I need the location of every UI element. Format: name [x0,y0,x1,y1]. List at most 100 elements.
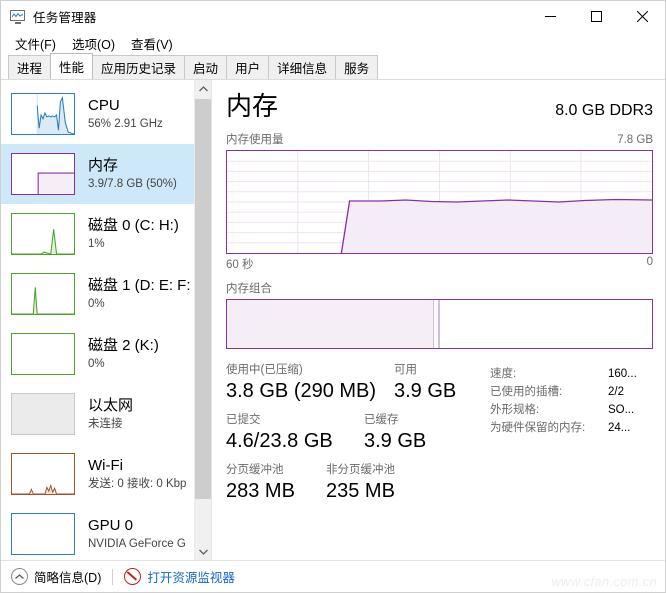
sidebar-scrollbar[interactable] [194,80,211,560]
tab-services[interactable]: 服务 [335,55,379,79]
close-button[interactable] [619,1,665,32]
tab-processes[interactable]: 进程 [8,55,52,79]
detail-key: 为硬件保留的内存: [490,422,586,434]
stat-value: 3.9 GB [394,380,457,402]
resource-monitor-icon [124,568,142,585]
memory-statistics: 使用中(已压缩) 3.8 GB (290 MB) 可用 3.9 GB 已提交 4… [226,363,653,513]
sidebar-item-gpu-0[interactable]: GPU 0 NVIDIA GeForce G [1,504,194,560]
detail-row-form-factor: 外形规格: SO... [490,401,653,419]
sidebar-item-ethernet[interactable]: 以太网 未连接 [1,384,194,444]
menu-options[interactable]: 选项(O) [66,32,123,55]
resource-monitor-label: 打开资源监视器 [147,571,235,585]
fewer-details-button[interactable]: 简略信息(D) [11,567,101,586]
sidebar-item-subtitle: 0% [88,358,105,370]
detail-value: 24... [608,422,631,434]
menu-view[interactable]: 查看(V) [125,32,181,55]
sidebar-item-disk-0[interactable]: 磁盘 0 (C: H:) 1% [1,204,194,264]
usage-axis-row: 60 秒 0 [226,256,653,272]
sidebar-item-disk-1[interactable]: 磁盘 1 (D: E: F: 0% [1,264,194,324]
scrollbar-track[interactable] [195,97,211,543]
memory-composition-bar[interactable] [226,299,653,349]
tab-bar: 进程 性能 应用历史记录 启动 用户 详细信息 服务 [1,53,665,80]
tab-performance[interactable]: 性能 [50,53,94,79]
title-bar: 任务管理器 [1,1,665,32]
resource-monitor-link[interactable]: 打开资源监视器 [124,567,235,586]
statistics-left-column: 使用中(已压缩) 3.8 GB (290 MB) 可用 3.9 GB 已提交 4… [226,363,484,513]
panel-header: 内存 8.0 GB DDR3 [226,90,653,122]
sidebar-item-memory[interactable]: 内存 3.9/7.8 GB (50%) [1,144,194,204]
usage-area-fill [341,199,652,253]
statistics-right-column: 速度: 160... 已使用的插槽: 2/2 外形规格: SO... 为硬件保留… [484,363,653,513]
window-title: 任务管理器 [33,11,97,25]
chevron-up-icon [11,568,28,585]
tab-startup[interactable]: 启动 [184,55,228,79]
watermark: www.cfan.com.cn [551,574,657,589]
scroll-up-arrow-icon[interactable] [195,80,211,97]
detail-key: 已使用的插槽: [490,386,563,398]
stat-value: 3.9 GB [364,430,427,452]
sidebar-item-title: 磁盘 2 (K:) [88,337,159,354]
stat-label: 分页缓冲池 [226,464,284,476]
axis-label-right: 0 [646,256,653,268]
minimize-button[interactable] [527,1,573,32]
maximize-button[interactable] [573,1,619,32]
performance-sidebar: CPU 56% 2.91 GHz 内存 3.9/7.8 GB (50%) 磁盘 … [1,80,212,560]
sidebar-item-disk-2[interactable]: 磁盘 2 (K:) 0% [1,324,194,384]
wifi-thumbnail-graph [11,453,75,495]
sidebar-item-subtitle: 1% [88,238,105,250]
tab-app-history[interactable]: 应用历史记录 [92,55,186,79]
status-separator [112,568,114,585]
detail-value: 160... [608,368,637,380]
task-manager-window: 任务管理器 文件(F) 选项(O) 查看(V) 进程 性能 应用历史记录 启动 … [0,0,666,593]
scroll-down-arrow-icon[interactable] [195,543,211,560]
usage-chart-label: 内存使用量 [226,134,284,146]
stat-label: 非分页缓冲池 [326,464,395,476]
stat-in-use: 使用中(已压缩) 3.8 GB (290 MB) [226,363,394,404]
sidebar-item-title: 磁盘 0 (C: H:) [88,217,179,234]
memory-usage-svg [227,151,652,253]
fewer-details-label: 简略信息(D) [34,571,102,585]
axis-label-left: 60 秒 [226,259,254,271]
tab-details[interactable]: 详细信息 [268,55,337,79]
window-controls [527,1,665,32]
sidebar-list: CPU 56% 2.91 GHz 内存 3.9/7.8 GB (50%) 磁盘 … [1,80,194,560]
usage-chart-caption: 内存使用量 7.8 GB [226,131,653,147]
detail-value: SO... [608,404,635,416]
page-title: 内存 [226,91,279,121]
stat-nonpaged-pool: 非分页缓冲池 235 MB [326,463,426,504]
memory-spec: 8.0 GB DDR3 [555,102,653,119]
sidebar-item-subtitle: 56% 2.91 GHz [88,118,163,130]
sidebar-item-title: 磁盘 1 (D: E: F: [88,277,191,294]
cpu-thumbnail-graph [11,93,75,135]
sidebar-item-cpu[interactable]: CPU 56% 2.91 GHz [1,84,194,144]
sidebar-item-title: 以太网 [88,397,134,414]
menu-file[interactable]: 文件(F) [9,32,64,55]
menu-bar: 文件(F) 选项(O) 查看(V) [1,32,665,54]
task-manager-icon [10,9,26,25]
memory-detail-panel: 内存 8.0 GB DDR3 内存使用量 7.8 GB 60 秒 0 内存组合 … [212,80,665,560]
status-bar: 简略信息(D) 打开资源监视器 www.cfan.com.cn [1,560,665,592]
stat-row: 分页缓冲池 283 MB 非分页缓冲池 235 MB [226,463,484,504]
sidebar-item-subtitle: NVIDIA GeForce G [88,538,186,550]
sidebar-item-wifi[interactable]: Wi-Fi 发送: 0 接收: 0 Kbp [1,444,194,504]
memory-thumbnail-graph [11,153,75,195]
detail-key: 外形规格: [490,404,540,416]
sidebar-item-title: GPU 0 [88,517,134,534]
sidebar-item-title: CPU [88,97,120,114]
stat-value: 3.8 GB (290 MB) [226,380,377,402]
stat-value: 283 MB [226,480,295,502]
stat-label: 已提交 [226,414,261,426]
sidebar-item-subtitle: 未连接 [88,418,123,430]
stat-label: 已缓存 [364,414,399,426]
scrollbar-thumb[interactable] [195,99,211,499]
tab-users[interactable]: 用户 [226,55,270,79]
content-area: CPU 56% 2.91 GHz 内存 3.9/7.8 GB (50%) 磁盘 … [1,80,665,560]
sidebar-item-title: 内存 [88,157,119,174]
stat-committed: 已提交 4.6/23.8 GB [226,413,364,454]
composition-in-use-segment [227,300,434,348]
disk2-thumbnail-graph [11,333,75,375]
usage-chart-max: 7.8 GB [617,134,653,146]
stat-label: 可用 [394,364,417,376]
sidebar-item-title: Wi-Fi [88,457,123,474]
detail-row-hardware-reserved: 为硬件保留的内存: 24... [490,419,653,437]
